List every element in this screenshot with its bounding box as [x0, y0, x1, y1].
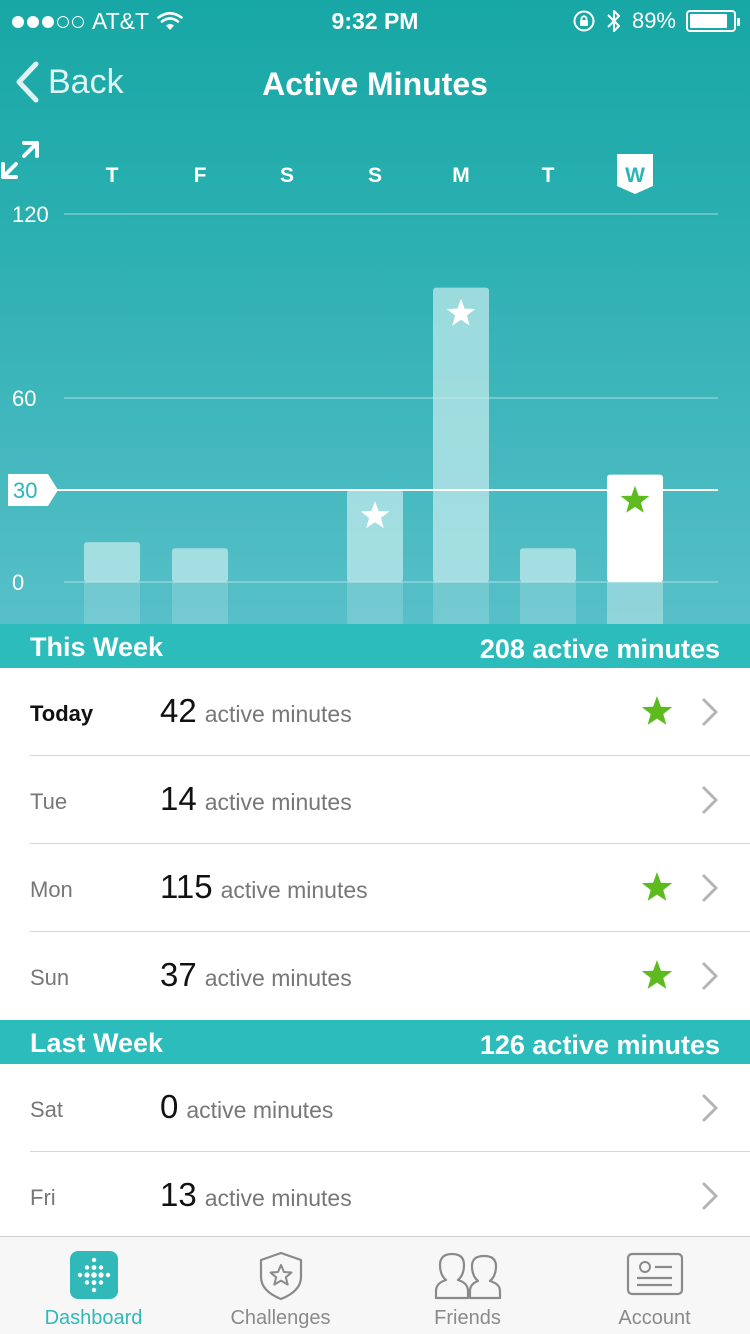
tab-label: Friends [434, 1307, 501, 1329]
minutes-number: 0 [160, 1088, 179, 1125]
day-name: Mon [30, 877, 73, 902]
status-right: 89% [572, 8, 740, 34]
page-title: Active Minutes [262, 66, 488, 102]
bar-reflection [520, 582, 576, 624]
day-name: Tue [30, 789, 68, 814]
minutes-number: 14 [160, 780, 197, 817]
bar-reflection [607, 582, 663, 624]
account-icon [626, 1251, 684, 1302]
chevron-right-icon [702, 962, 718, 990]
tab-account[interactable]: Account [561, 1237, 748, 1334]
y-tick-label: 0 [12, 570, 24, 595]
minutes-unit: active minutes [204, 965, 352, 991]
battery-icon [686, 10, 740, 32]
y-tick-label: 120 [12, 202, 49, 227]
this-week-header: This Week 208 active minutes [0, 624, 750, 668]
tab-friends[interactable]: Friends [374, 1237, 561, 1334]
day-label: F [194, 164, 207, 187]
last-week-header: Last Week 126 active minutes [0, 1020, 750, 1064]
minutes-unit: active minutes [220, 877, 368, 903]
minutes-number: 13 [160, 1176, 197, 1213]
challenges-icon [256, 1251, 306, 1306]
day-label: T [542, 164, 555, 187]
active-minutes-value: 0 active minutes [160, 1088, 333, 1126]
day-row[interactable]: Sun 37 active minutes [0, 932, 750, 1020]
day-row[interactable]: Fri 13 active minutes [0, 1152, 750, 1240]
dashboard-icon [69, 1251, 118, 1304]
tab-label: Dashboard [44, 1307, 143, 1329]
friends-icon [432, 1251, 504, 1306]
day-name: Sun [30, 965, 70, 990]
chevron-right-icon [702, 1094, 718, 1122]
tab-label: Challenges [230, 1307, 331, 1329]
day-row[interactable]: Today 42 active minutes [0, 668, 750, 756]
active-minutes-value: 42 active minutes [160, 692, 352, 730]
expand-icon[interactable] [0, 140, 40, 180]
this-week-total: 208 active minutes [479, 634, 720, 664]
bar-chart: 120 60 0 30 T F S S M T W [8, 154, 718, 624]
goal-label: 30 [13, 478, 37, 503]
bluetooth-icon [607, 10, 620, 32]
minutes-number: 115 [160, 868, 213, 905]
bar-reflection [172, 582, 228, 624]
chevron-right-icon [702, 698, 718, 726]
star-icon [641, 872, 673, 901]
day-row[interactable]: Sat 0 active minutes [0, 1064, 750, 1152]
minutes-number: 37 [160, 956, 197, 993]
bar-reflection [84, 582, 140, 624]
y-tick-label: 60 [12, 386, 36, 411]
active-minutes-value: 14 active minutes [160, 780, 352, 818]
chevron-right-icon [702, 1182, 718, 1210]
minutes-number: 42 [160, 692, 197, 729]
active-minutes-value: 115 active minutes [160, 868, 368, 906]
day-label: T [106, 164, 119, 187]
day-name: Today [30, 701, 94, 726]
last-week-label: Last Week [30, 1028, 164, 1058]
bar-reflection [433, 582, 489, 624]
tab-dashboard[interactable]: Dashboard [0, 1237, 187, 1334]
navigation-bar: Back Active Minutes [0, 56, 750, 116]
day-name: Fri [30, 1185, 56, 1210]
minutes-unit: active minutes [204, 1185, 352, 1211]
last-week-total: 126 active minutes [479, 1030, 720, 1060]
minutes-unit: active minutes [186, 1097, 334, 1123]
day-label: S [280, 164, 294, 187]
tab-bar: Dashboard Challenges Friends Account [0, 1236, 750, 1334]
tab-label: Account [618, 1307, 691, 1329]
minutes-unit: active minutes [204, 701, 352, 727]
chart-bar [520, 548, 576, 582]
active-minutes-value: 13 active minutes [160, 1176, 352, 1214]
day-label: M [452, 164, 470, 187]
minutes-unit: active minutes [204, 789, 352, 815]
star-icon [641, 960, 673, 989]
chevron-right-icon [702, 874, 718, 902]
chart-bar [433, 287, 489, 582]
day-row[interactable]: Tue 14 active minutes [0, 756, 750, 844]
this-week-label: This Week [30, 632, 164, 662]
rotation-lock-icon [573, 10, 595, 32]
chart-bar [172, 548, 228, 582]
day-label: S [368, 164, 382, 187]
tab-challenges[interactable]: Challenges [187, 1237, 374, 1334]
bar-reflection [347, 582, 403, 624]
star-icon [641, 696, 673, 725]
day-name: Sat [30, 1097, 64, 1122]
chart-bar [84, 542, 140, 582]
battery-percent: 89% [631, 8, 676, 33]
active-minutes-chart: 120 60 0 30 T F S S M T W [0, 140, 750, 624]
day-label: W [625, 164, 645, 187]
status-bar: AT&T 9:32 PM 89% [0, 0, 750, 40]
chevron-right-icon [702, 786, 718, 814]
active-minutes-value: 37 active minutes [160, 956, 352, 994]
day-row[interactable]: Mon 115 active minutes [0, 844, 750, 932]
